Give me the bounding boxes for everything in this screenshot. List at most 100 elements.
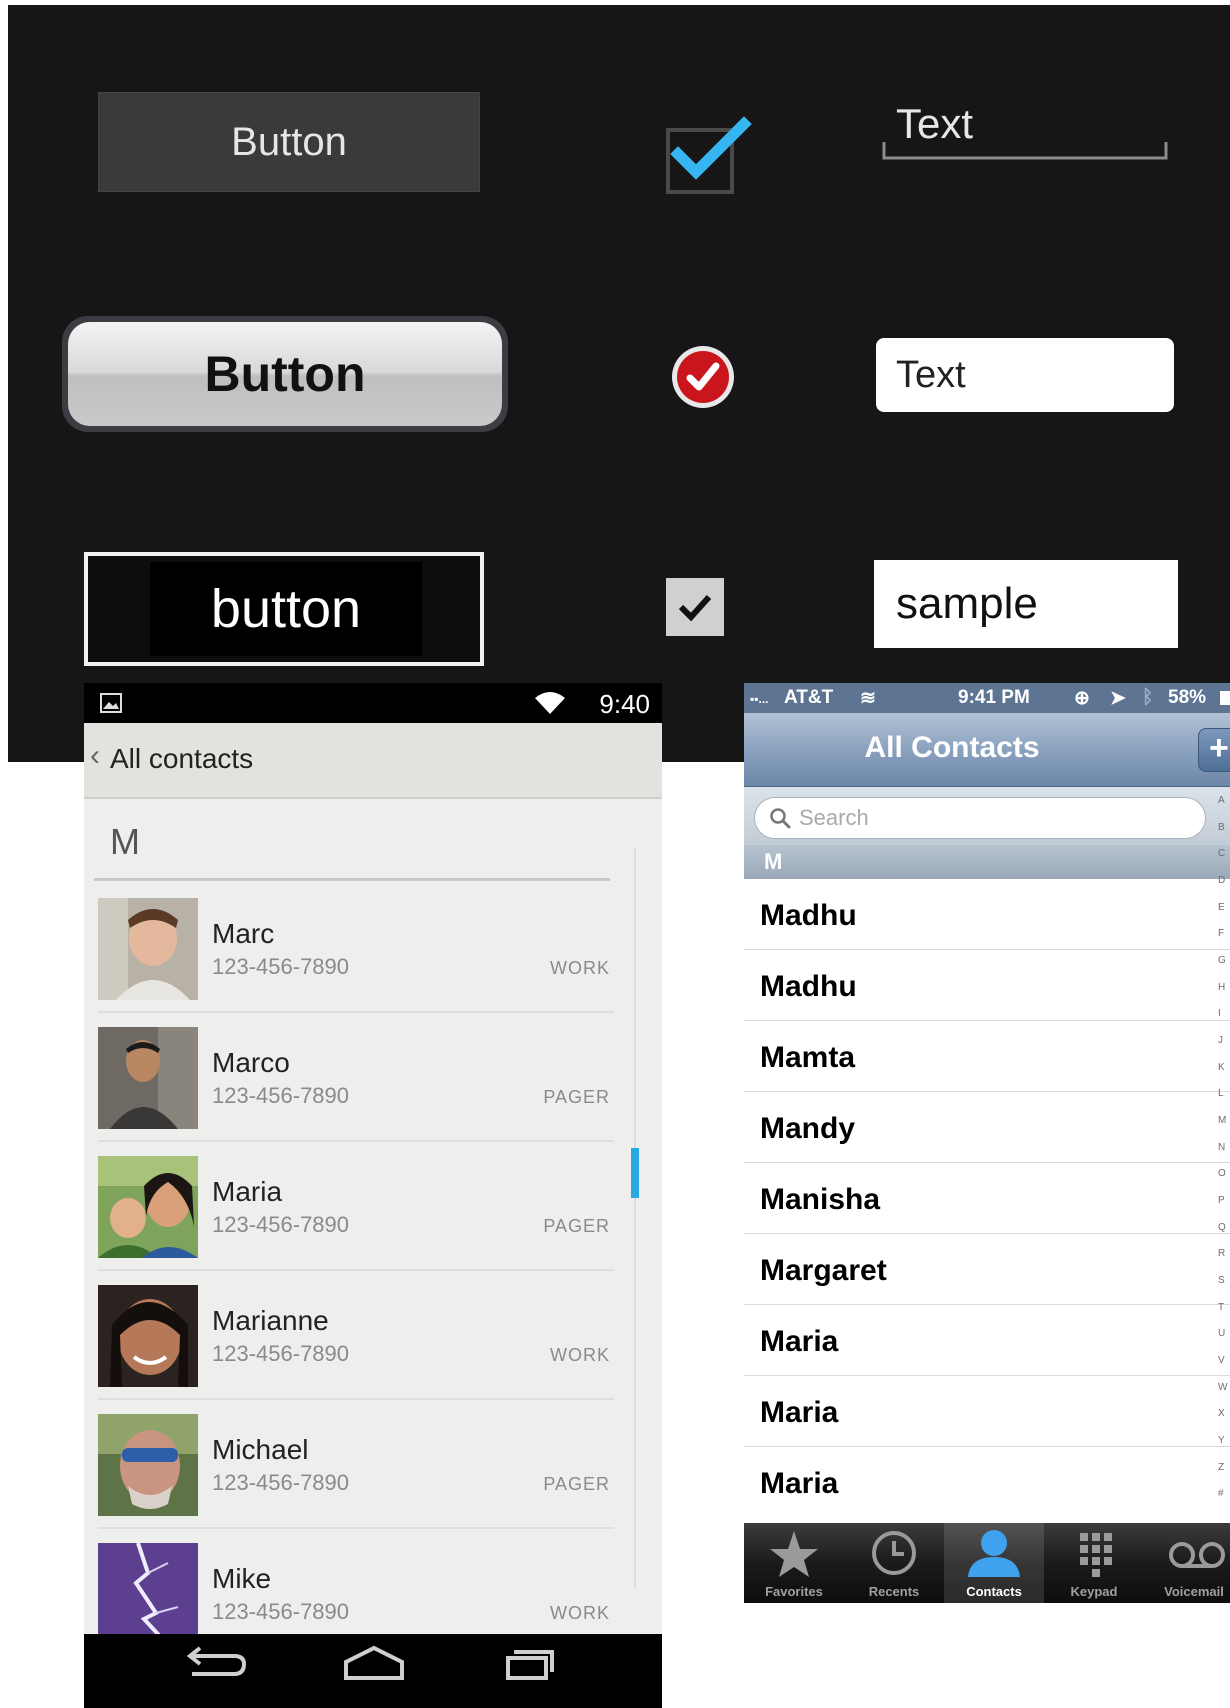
index-letter[interactable]: G xyxy=(1218,955,1226,966)
index-letter[interactable]: X xyxy=(1218,1408,1225,1419)
contact-photo xyxy=(98,1285,198,1387)
contact-row[interactable]: Margaret xyxy=(744,1234,1230,1305)
tab-contacts[interactable]: Contacts xyxy=(944,1523,1044,1603)
contact-row[interactable]: Maria xyxy=(744,1305,1230,1376)
contact-phone: 123-456-7890 xyxy=(212,1083,350,1108)
home-nav-icon[interactable] xyxy=(344,1645,404,1680)
image-notification-icon xyxy=(100,693,122,713)
wifi-icon xyxy=(535,692,565,714)
index-letter[interactable]: T xyxy=(1218,1302,1224,1313)
contact-row[interactable]: Manisha xyxy=(744,1163,1230,1234)
contact-name: Mamta xyxy=(760,1041,856,1074)
index-letter[interactable]: A xyxy=(1218,795,1225,806)
windows-button[interactable]: button xyxy=(84,552,484,666)
tab-voicemail[interactable]: Voicemail xyxy=(1144,1523,1230,1603)
contact-name: Margaret xyxy=(760,1254,887,1287)
index-letter[interactable]: J xyxy=(1218,1035,1223,1046)
recent-apps-nav-icon[interactable] xyxy=(506,1650,554,1680)
index-letter[interactable]: V xyxy=(1218,1355,1225,1366)
contact-phone: 123-456-7890 xyxy=(212,1599,350,1624)
contact-row[interactable]: Mamta xyxy=(744,1021,1230,1092)
ios-nav-title: All Contacts xyxy=(864,731,1040,764)
search-icon xyxy=(770,808,791,829)
contact-photo xyxy=(98,1543,198,1645)
tab-recents[interactable]: Recents xyxy=(844,1523,944,1603)
contact-phone: 123-456-7890 xyxy=(212,1212,350,1237)
index-letter[interactable]: Z xyxy=(1218,1462,1224,1473)
contact-photo xyxy=(98,1414,198,1516)
contact-name: Madhu xyxy=(760,899,857,932)
contact-photo xyxy=(98,1156,198,1258)
ios-carrier: AT&T xyxy=(784,687,834,708)
windows-text-field[interactable]: sample xyxy=(874,560,1178,648)
contact-name: Marianne xyxy=(212,1305,329,1336)
contact-row[interactable]: Michael 123-456-7890 PAGER xyxy=(84,1400,614,1529)
scrollbar-track[interactable] xyxy=(634,848,636,1588)
contact-photo xyxy=(98,898,198,1000)
contact-row[interactable]: Maria 123-456-7890 PAGER xyxy=(84,1142,614,1271)
index-letter[interactable]: C xyxy=(1218,848,1225,859)
index-letter[interactable]: I xyxy=(1218,1008,1221,1019)
checkmark-icon xyxy=(678,594,712,622)
contact-name: Maria xyxy=(760,1396,839,1429)
ios-button[interactable]: Button xyxy=(62,316,508,432)
back-chevron-icon[interactable]: ‹ xyxy=(90,739,100,773)
section-header-m: M xyxy=(744,845,1230,879)
android-action-bar[interactable]: ‹ All contacts xyxy=(84,723,662,799)
index-letter[interactable]: O xyxy=(1218,1168,1226,1179)
contact-photo xyxy=(98,1027,198,1129)
scrollbar-thumb[interactable] xyxy=(631,1148,639,1198)
add-contact-button[interactable]: + xyxy=(1198,728,1230,772)
index-letter[interactable]: S xyxy=(1218,1275,1225,1286)
contact-row[interactable]: Marianne 123-456-7890 WORK xyxy=(84,1271,614,1400)
index-letter[interactable]: R xyxy=(1218,1248,1225,1259)
index-letter[interactable]: W xyxy=(1218,1382,1227,1393)
index-letter[interactable]: # xyxy=(1218,1488,1224,1499)
index-letter[interactable]: M xyxy=(1218,1115,1226,1126)
contact-phone-type: WORK xyxy=(550,1603,610,1623)
section-header-m: M xyxy=(110,821,140,862)
index-letter[interactable]: L xyxy=(1218,1088,1224,1099)
index-letter[interactable]: H xyxy=(1218,982,1225,993)
tab-favorites[interactable]: Favorites xyxy=(744,1523,844,1603)
holo-field-underline xyxy=(882,142,1168,160)
section-divider xyxy=(94,878,610,881)
holo-checkbox[interactable] xyxy=(666,110,752,194)
holo-text-field[interactable]: Text xyxy=(882,98,1168,164)
windows-checkbox[interactable] xyxy=(666,578,724,636)
index-letter[interactable]: B xyxy=(1218,822,1225,833)
search-input[interactable]: Search xyxy=(754,797,1206,839)
back-nav-icon[interactable] xyxy=(186,1646,247,1676)
contact-row[interactable]: Maria xyxy=(744,1447,1230,1518)
index-letter[interactable]: U xyxy=(1218,1328,1225,1339)
android-header-title: All contacts xyxy=(110,743,254,774)
index-letter[interactable]: K xyxy=(1218,1062,1225,1073)
index-letter[interactable]: P xyxy=(1218,1195,1225,1206)
contact-row[interactable]: Madhu xyxy=(744,879,1230,950)
index-letter[interactable]: Y xyxy=(1218,1435,1225,1446)
keypad-icon xyxy=(1080,1533,1112,1577)
contact-row[interactable]: Maria xyxy=(744,1376,1230,1447)
tab-keypad[interactable]: Keypad xyxy=(1044,1523,1144,1603)
index-letter[interactable]: D xyxy=(1218,875,1225,886)
index-letter[interactable]: E xyxy=(1218,902,1225,913)
ios-status-time: 9:41 PM xyxy=(958,687,1030,708)
contact-row[interactable]: Madhu xyxy=(744,950,1230,1021)
tab-label: Keypad xyxy=(1070,1584,1118,1599)
contact-row[interactable]: Marco 123-456-7890 PAGER xyxy=(84,1013,614,1142)
alphabet-index[interactable]: A B C D E F G H I J K L M N O P Q R S T U V W X Y Z # xyxy=(1218,795,1230,1515)
ios-navigation-bar: All Contacts + xyxy=(744,713,1230,787)
clock-icon xyxy=(872,1531,916,1575)
contact-row[interactable]: Mandy xyxy=(744,1092,1230,1163)
android-navigation-bar xyxy=(84,1634,662,1708)
star-icon xyxy=(770,1531,818,1577)
contact-row[interactable]: Marc 123-456-7890 WORK xyxy=(84,884,614,1013)
index-letter[interactable]: Q xyxy=(1218,1222,1226,1233)
holo-button[interactable]: Button xyxy=(98,92,480,192)
red-check-circle-icon xyxy=(672,346,734,408)
wifi-icon: ≋ xyxy=(860,688,876,709)
index-letter[interactable]: F xyxy=(1218,928,1224,939)
ios-text-field[interactable]: Text xyxy=(876,338,1174,412)
ios-checkmark[interactable] xyxy=(670,344,736,410)
index-letter[interactable]: N xyxy=(1218,1142,1225,1153)
